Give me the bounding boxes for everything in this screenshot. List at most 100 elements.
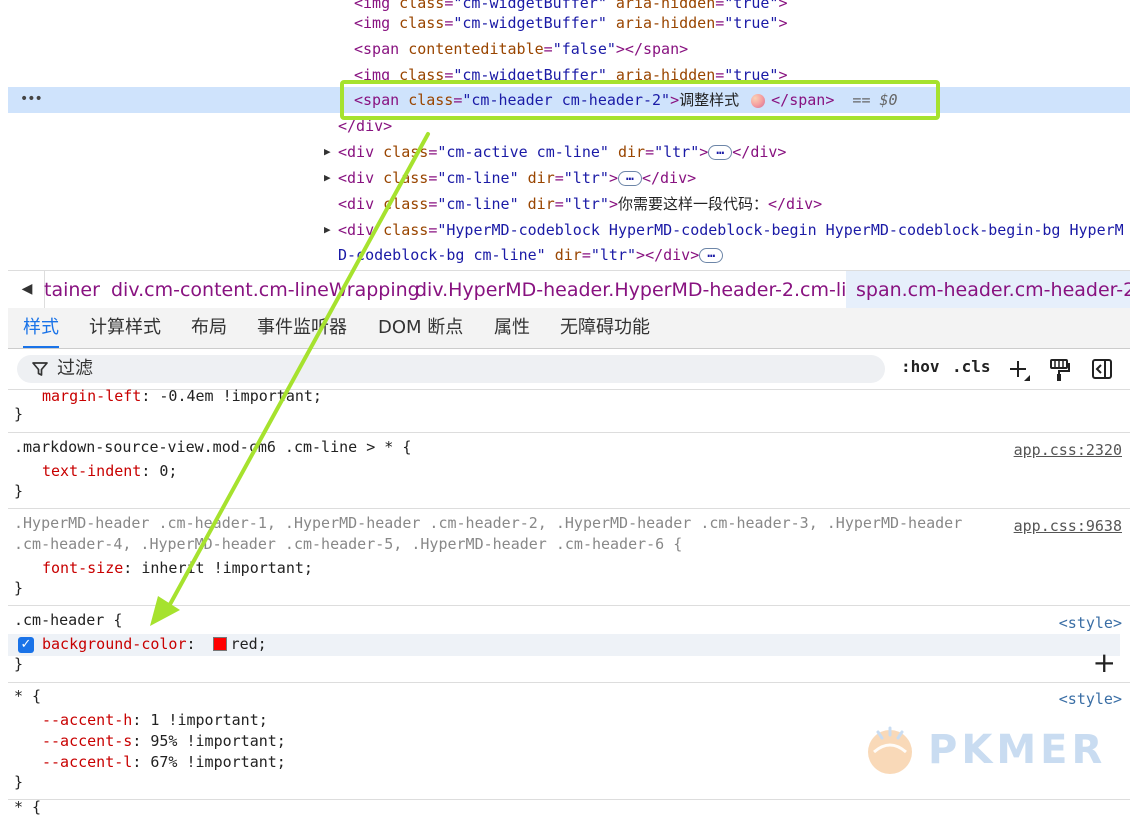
markup-token: > (699, 143, 709, 161)
markup-token: "cm-active cm-line" (437, 143, 609, 161)
markup-token: <img (354, 14, 400, 32)
elements-dom-tree[interactable]: <img class="cm-widgetBuffer" aria-hidden… (8, 0, 1130, 268)
dom-node[interactable]: <span contenteditable="false"></span> (8, 36, 1130, 62)
tab-styles[interactable]: 样式 (23, 308, 59, 348)
dom-node-markup: <span contenteditable="false"></span> (354, 36, 688, 62)
rule-source-link[interactable]: <style> (1059, 614, 1122, 632)
rule-selector[interactable]: .cm-header-4, .HyperMD-header .cm-header… (14, 534, 682, 555)
markup-token: > (608, 195, 618, 213)
add-declaration-icon[interactable]: + (1093, 646, 1116, 679)
markup-token: "cm-widgetBuffer" (453, 14, 607, 32)
markup-token: "HyperMD-codeblock HyperMD-codeblock-beg… (437, 221, 1124, 239)
style-rule: .HyperMD-header .cm-header-1, .HyperMD-h… (8, 509, 1130, 606)
rule-close-brace: } (14, 773, 24, 791)
style-declaration[interactable]: font-size: inherit !important; (42, 558, 313, 579)
style-declaration[interactable]: --accent-h: 1 !important; (42, 710, 268, 731)
breadcrumb-item[interactable]: div.cm-content.cm-lineWrapping (111, 271, 420, 309)
dom-node-markup: D-codeblock-bg cm-line" dir="ltr"></div>… (338, 242, 724, 268)
styles-toolbar: 过滤 :hov .cls (8, 349, 1130, 390)
rule-selector[interactable]: .cm-header { (14, 610, 122, 631)
markup-token: <div (338, 143, 384, 161)
dom-node[interactable]: <img class="cm-widgetBuffer" aria-hidden… (8, 10, 1130, 36)
dom-node[interactable]: <div class="cm-line" dir="ltr">你需要这样一段代码… (8, 191, 1130, 217)
breadcrumb-item[interactable]: div.HyperMD-header.HyperMD-header-2.cm-l… (415, 271, 870, 309)
collapsed-children-ellipsis[interactable]: … (708, 144, 733, 160)
markup-token: </div> (732, 143, 787, 161)
markup-token (519, 195, 528, 213)
markup-token: dir (554, 246, 582, 264)
rule-selector[interactable]: .markdown-source-view.mod-cm6 .cm-line >… (14, 437, 411, 458)
sidebar-tabs: 样式 计算样式 布局 事件监听器 DOM 断点 属性 无障碍功能 (8, 308, 1130, 349)
markup-token: dir (617, 143, 646, 161)
toggle-sidebar-icon[interactable] (1091, 358, 1113, 380)
markup-token: = (554, 169, 564, 187)
style-rule: .markdown-source-view.mod-cm6 .cm-line >… (8, 433, 1130, 509)
dom-node[interactable]: ▶ <div class="HyperMD-codeblock HyperMD-c… (8, 217, 1130, 243)
paint-roller-icon[interactable] (1049, 358, 1071, 382)
tab-event-listeners[interactable]: 事件监听器 (257, 308, 347, 348)
dom-node-markup: <div class="cm-line" dir="ltr">… </div> (338, 165, 696, 191)
rule-close-brace: } (14, 482, 24, 500)
markup-token: ></span> (615, 40, 689, 58)
dom-node[interactable]: ▶ <div class="cm-line" dir="ltr">… </div> (8, 165, 1130, 191)
breadcrumb-item-active[interactable]: span.cm-header.cm-header-2 (846, 271, 1130, 309)
markup-token: class (383, 169, 429, 187)
style-declaration[interactable]: margin-left: -0.4em !important; (42, 386, 322, 407)
markup-token: "ltr" (590, 246, 637, 264)
markup-token: > (636, 246, 646, 264)
dom-node[interactable]: ▶ <div class="cm-active cm-line" dir="ltr… (8, 139, 1130, 165)
dom-node-markup: <img class="cm-widgetBuffer" aria-hidden… (354, 10, 788, 36)
dom-node[interactable]: D-codeblock-bg cm-line" dir="ltr"></div>… (8, 242, 1130, 268)
markup-token: class (383, 143, 429, 161)
markup-token: = (581, 246, 591, 264)
rule-source-link[interactable]: <style> (1059, 690, 1122, 708)
rule-source-link[interactable]: app.css:2320 (1014, 441, 1122, 459)
tab-accessibility[interactable]: 无障碍功能 (560, 308, 650, 348)
breadcrumb-item[interactable]: tainer (44, 271, 100, 309)
markup-token: <div (338, 169, 384, 187)
tab-layout[interactable]: 布局 (191, 308, 227, 348)
collapsed-children-ellipsis[interactable]: … (699, 247, 724, 263)
markup-token: "true" (724, 14, 779, 32)
markup-token: "false" (552, 40, 616, 58)
dom-node-markup: <div class="cm-line" dir="ltr">你需要这样一段代码… (338, 191, 822, 217)
color-swatch[interactable] (212, 636, 227, 651)
node-actions-dots-icon[interactable]: ••• (20, 91, 43, 107)
markup-token: = (715, 14, 725, 32)
cls-toggle-button[interactable]: .cls (952, 357, 991, 376)
expand-triangle-icon[interactable]: ▶ (324, 217, 331, 243)
rule-selector[interactable]: .HyperMD-header .cm-header-1, .HyperMD-h… (14, 513, 962, 534)
markup-token: "ltr" (563, 195, 609, 213)
breadcrumb-scroll-left-button[interactable]: ◀ (10, 271, 45, 309)
markup-token: = (444, 14, 454, 32)
new-style-rule-icon[interactable] (1008, 359, 1032, 383)
style-declaration[interactable]: --accent-l: 67% !important; (42, 752, 286, 773)
style-declaration[interactable]: text-indent: 0; (42, 461, 177, 482)
tab-computed[interactable]: 计算样式 (89, 308, 161, 348)
style-declaration[interactable]: --accent-s: 95% !important; (42, 731, 286, 752)
markup-token: contenteditable (408, 40, 544, 58)
tab-dom-breakpoints[interactable]: DOM 断点 (378, 308, 463, 348)
filter-input[interactable]: 过滤 (17, 355, 885, 383)
style-declaration[interactable]: background-color: red; (42, 634, 267, 655)
markup-token: = (428, 195, 438, 213)
hov-toggle-button[interactable]: :hov (901, 357, 940, 376)
filter-icon (32, 362, 48, 376)
tab-properties[interactable]: 属性 (494, 308, 530, 348)
rule-source-link[interactable]: app.css:9638 (1014, 517, 1122, 535)
declaration-checkbox[interactable]: ✓ (18, 637, 34, 653)
highlight-box (340, 80, 940, 120)
markup-token: class (399, 14, 445, 32)
pkmer-watermark: PKMER (860, 718, 1110, 782)
style-rule: .cm-header { <style> ✓ background-color:… (8, 606, 1130, 683)
expand-triangle-icon[interactable]: ▶ (324, 139, 331, 165)
markup-token: "ltr" (654, 143, 700, 161)
markup-token: "cm-line" (437, 195, 519, 213)
expand-triangle-icon[interactable]: ▶ (324, 165, 331, 191)
rule-selector[interactable]: * { (14, 686, 41, 707)
markup-token: = (428, 169, 438, 187)
markup-token: <div (338, 221, 384, 239)
markup-token: > (608, 169, 618, 187)
collapsed-children-ellipsis[interactable]: … (617, 170, 642, 186)
markup-token: </div> (767, 195, 823, 213)
